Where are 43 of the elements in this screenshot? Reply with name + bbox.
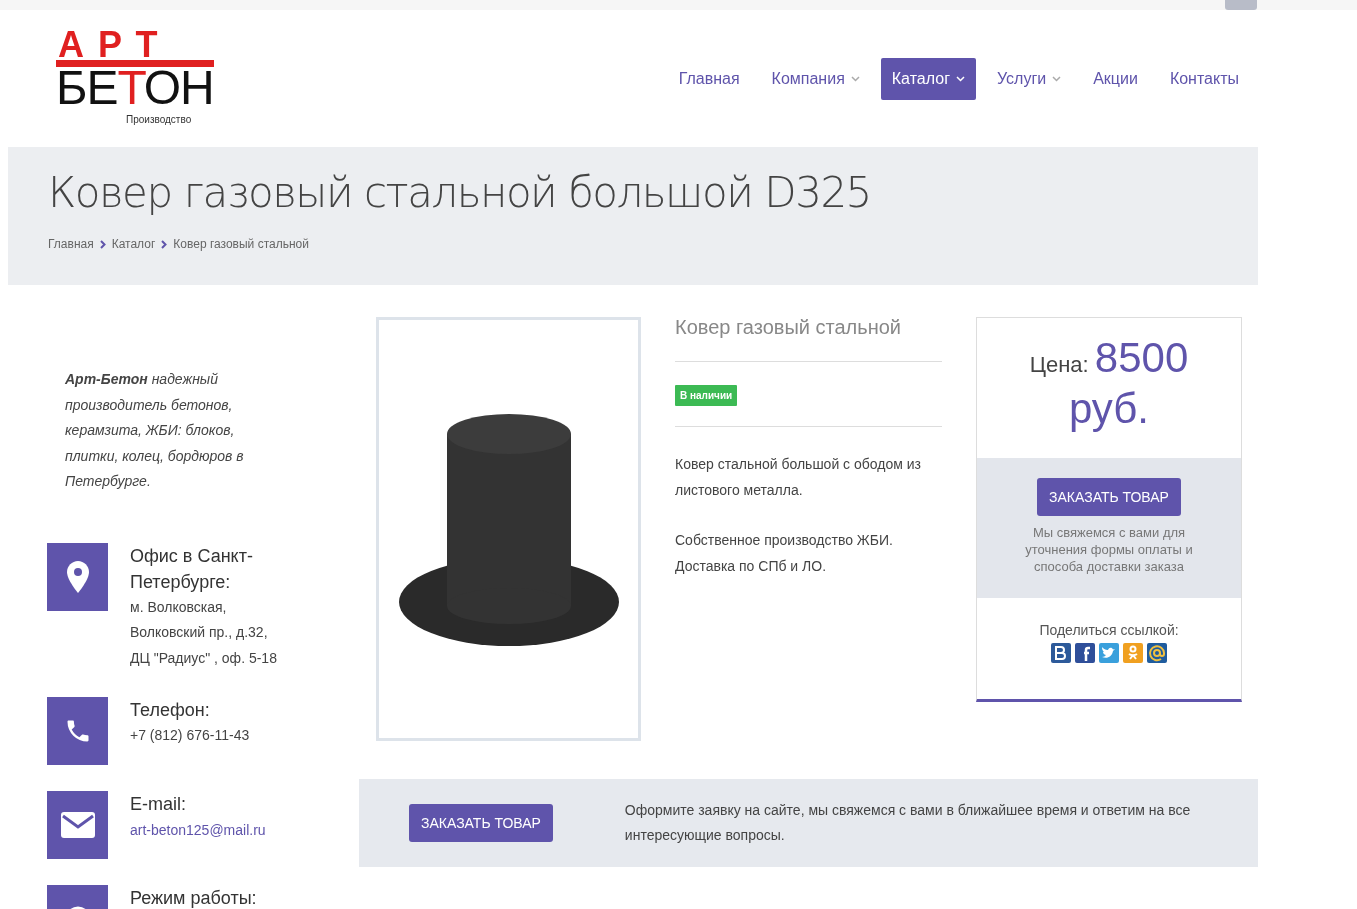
contact-detail: +7 (812) 676-11-43	[130, 726, 251, 745]
breadcrumb-link[interactable]: Ковер газовый стальной	[173, 235, 309, 253]
nav-link[interactable]: Главная	[667, 57, 751, 100]
contact-title: Телефон:	[130, 699, 211, 722]
chevron-icon	[99, 239, 106, 249]
nav-link[interactable]: Каталог	[880, 57, 976, 100]
company-logo[interactable]: АРТ БЕТОН Производство	[56, 30, 216, 127]
mail-share-icon[interactable]	[1147, 643, 1167, 663]
product-name: Ковер газовый стальной	[675, 313, 942, 362]
envelope-icon	[47, 791, 108, 859]
caret-icon	[850, 75, 860, 82]
contact-title: Режим работы:	[130, 887, 258, 909]
vk-share-icon[interactable]	[1051, 643, 1071, 663]
breadcrumb-link[interactable]: Каталог	[111, 235, 156, 253]
product-description: Собственное производство ЖБИ. Доставка по СПб и ЛО.	[675, 531, 894, 576]
nav-link[interactable]: Услуги	[985, 57, 1073, 100]
breadcrumb-link[interactable]: Главная	[48, 235, 94, 253]
phone-icon	[47, 697, 108, 765]
contact-detail: м. Волковская,	[130, 597, 228, 617]
contact-title: E-mail:	[130, 793, 187, 816]
nav-link[interactable]: Контакты	[1158, 57, 1250, 100]
contact-detail: ДЦ "Радиус" , оф. 5-18	[130, 648, 278, 668]
price-text: Цена:8500 руб.	[1028, 337, 1190, 434]
location-pin-icon	[47, 542, 108, 611]
order-note: Мы свяжемся с вами для уточнения формы оплаты и способа доставки заказа	[1024, 524, 1194, 575]
order-button[interactable]: ЗАКАЗАТЬ ТОВАР	[1037, 478, 1181, 516]
facebook-share-icon[interactable]	[1075, 643, 1095, 663]
email-link[interactable]: art-beton125@mail.ru	[130, 818, 310, 843]
nav-link[interactable]: Акции	[1082, 57, 1149, 100]
chevron-icon	[161, 239, 168, 249]
order-button[interactable]: ЗАКАЗАТЬ ТОВАР	[409, 804, 553, 842]
product-description: Ковер стальной большой с ободом из листового металла.	[675, 455, 922, 500]
caret-icon	[955, 75, 965, 82]
cta-text: Оформите заявку на сайте, мы свяжемся с вами в ближайшее время и ответим на все интересующие вопросы.	[624, 801, 1192, 845]
stock-badge: В наличии	[675, 385, 738, 406]
caret-icon	[1052, 75, 1062, 82]
contact-detail: Волковский пр., д.32,	[130, 623, 269, 642]
nav-link[interactable]: Компания	[760, 57, 871, 100]
about-text: Арт-Бетон надежный производитель бетонов, керамзита, ЖБИ: блоков, плитки, колец, бордюров в Петербурге.	[64, 370, 245, 491]
page-title: Ковер газовый стальной большой D325	[48, 167, 872, 219]
contact-title: Офис в Санкт-Петербурге:	[130, 544, 254, 594]
ok-share-icon[interactable]	[1123, 643, 1143, 663]
share-label: Поделиться ссылкой:	[1039, 621, 1179, 640]
